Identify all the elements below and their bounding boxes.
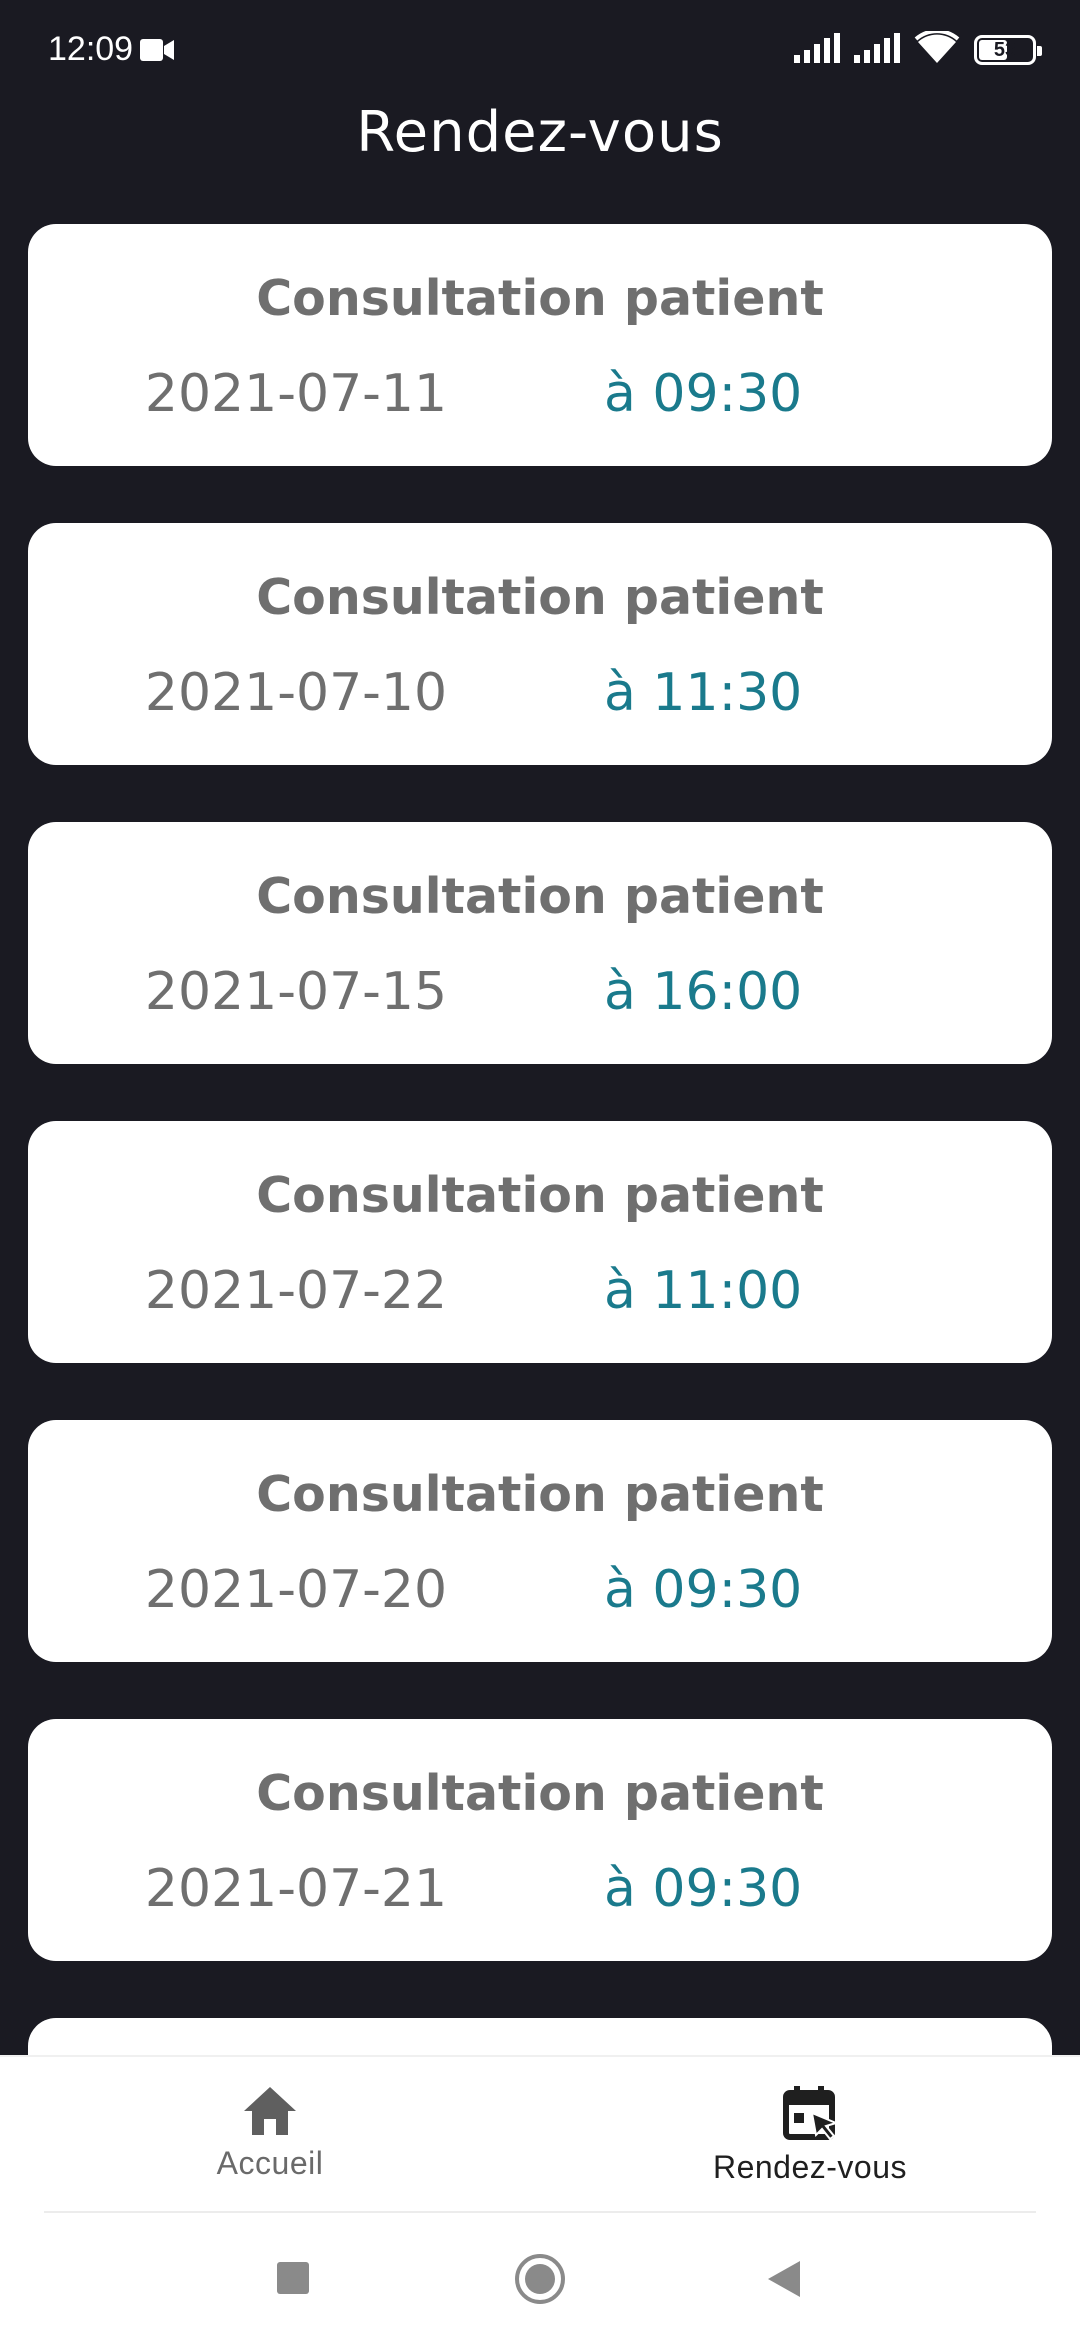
page-title: Rendez-vous bbox=[356, 100, 724, 165]
appointment-date: 2021-07-11 bbox=[144, 364, 448, 424]
nav-item-rendez-vous[interactable]: Rendez-vous bbox=[540, 2057, 1080, 2211]
appointment-title: Consultation patient bbox=[256, 569, 824, 626]
nav-label: Rendez-vous bbox=[712, 2149, 908, 2185]
appointment-date: 2021-07-10 bbox=[144, 663, 448, 723]
nav-item-accueil[interactable]: Accueil bbox=[0, 2057, 540, 2211]
appointment-time: à 09:30 bbox=[604, 364, 803, 424]
battery-percent: 53 bbox=[993, 39, 1017, 61]
appointment-card[interactable]: Consultation patient 2021-07-10 à 11:30 bbox=[28, 523, 1052, 765]
home-circle-icon[interactable] bbox=[514, 2253, 566, 2310]
appointment-title: Consultation patient bbox=[256, 868, 824, 925]
appointment-time: à 16:00 bbox=[604, 962, 803, 1022]
status-icons: 53 bbox=[794, 28, 1042, 70]
system-nav-bar bbox=[0, 2217, 1080, 2340]
appointment-time: à 09:30 bbox=[604, 1859, 803, 1919]
appointment-card[interactable]: Consultation patient 2021-07-22 à 11:00 bbox=[28, 1121, 1052, 1363]
appointment-title: Consultation patient bbox=[256, 1167, 824, 1224]
appointment-date: 2021-07-21 bbox=[144, 1859, 448, 1919]
screen: 12:09 53 Rendez-vous Consultation patien… bbox=[0, 0, 1080, 2340]
appointment-title: Consultation patient bbox=[256, 270, 824, 327]
nav-label: Accueil bbox=[216, 2145, 324, 2181]
appointment-card[interactable]: Consultation patient 2021-07-15 à 16:00 bbox=[28, 822, 1052, 1064]
home-icon bbox=[242, 2085, 298, 2137]
recents-icon[interactable] bbox=[276, 2261, 310, 2300]
appointment-date: 2021-07-22 bbox=[144, 1261, 448, 1321]
appointment-card[interactable]: Consultation patient 2021-07-11 à 09:30 bbox=[28, 224, 1052, 466]
signal-icon bbox=[854, 32, 900, 68]
appointment-time: à 09:30 bbox=[604, 1560, 803, 1620]
status-time: 12:09 bbox=[48, 30, 134, 68]
status-bar: 12:09 53 bbox=[0, 0, 1080, 100]
signal-icon bbox=[794, 32, 840, 68]
appointment-date: 2021-07-15 bbox=[144, 962, 448, 1022]
appointment-title: Consultation patient bbox=[256, 1466, 824, 1523]
back-icon[interactable] bbox=[766, 2259, 802, 2304]
appointment-card[interactable]: Consultation patient 2021-07-21 à 09:30 bbox=[28, 1719, 1052, 1961]
bottom-nav: Accueil Rendez-vous bbox=[0, 2057, 1080, 2211]
wifi-icon bbox=[914, 28, 960, 70]
appointment-time: à 11:00 bbox=[604, 1261, 803, 1321]
appointment-card[interactable]: Consultation patient 2021-07-20 à 09:30 bbox=[28, 1420, 1052, 1662]
nav-divider bbox=[44, 2211, 1036, 2213]
appointment-list[interactable]: Consultation patient 2021-07-11 à 09:30 … bbox=[28, 224, 1052, 2317]
video-camera-icon bbox=[140, 37, 174, 63]
bottom-area: Accueil Rendez-vous bbox=[0, 2055, 1080, 2340]
appointment-date: 2021-07-20 bbox=[144, 1560, 448, 1620]
calendar-icon bbox=[782, 2085, 838, 2141]
battery-icon: 53 bbox=[974, 35, 1042, 65]
appointment-time: à 11:30 bbox=[604, 663, 803, 723]
appointment-title: Consultation patient bbox=[256, 1765, 824, 1822]
